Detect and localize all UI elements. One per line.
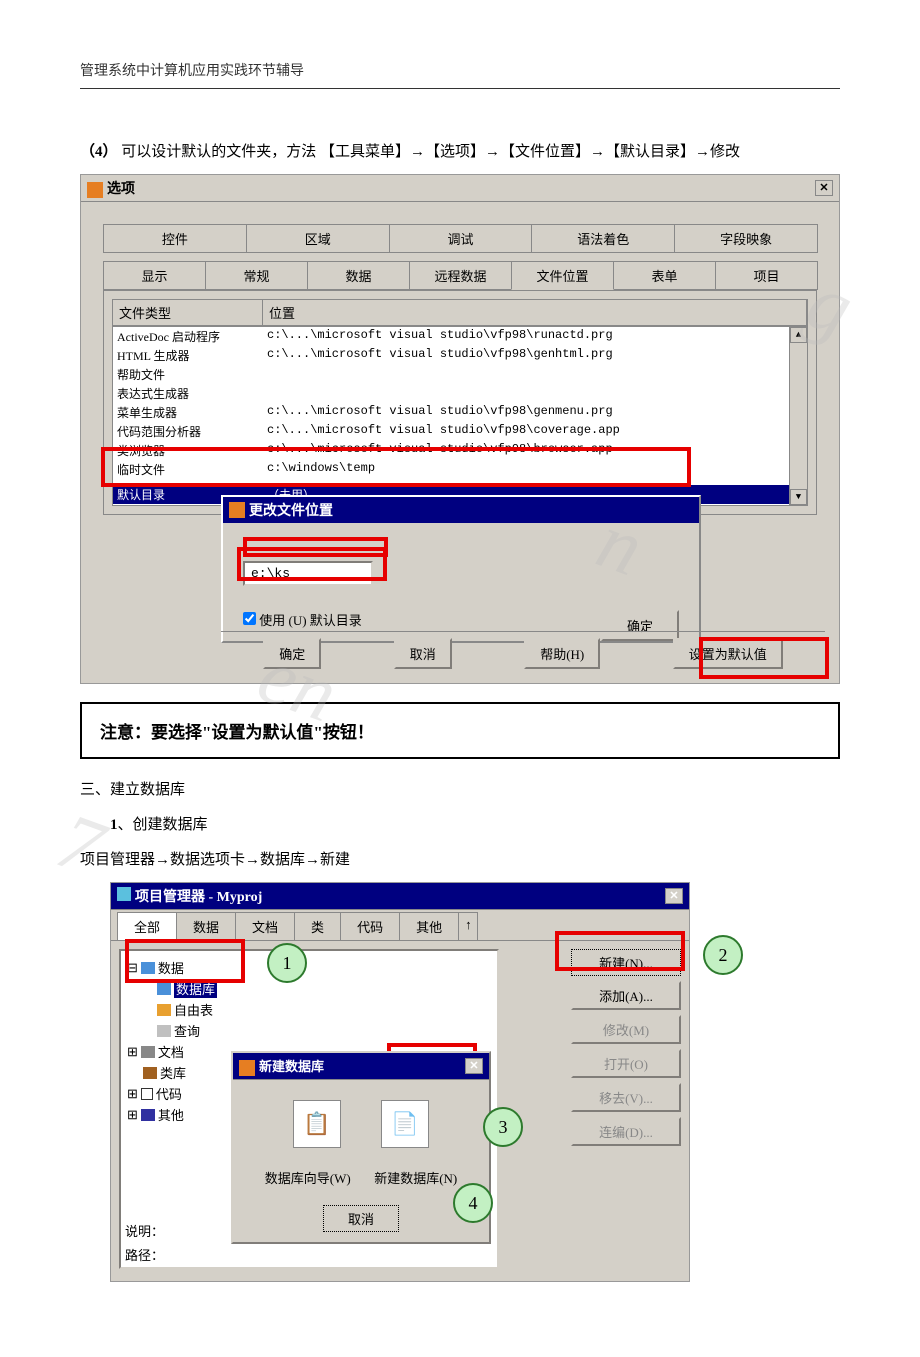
tab-data[interactable]: 数据 bbox=[307, 261, 410, 290]
close-icon[interactable]: ✕ bbox=[465, 1058, 483, 1074]
step-3: 3 bbox=[483, 1107, 523, 1147]
code-icon bbox=[141, 1088, 153, 1100]
classlib-icon bbox=[143, 1067, 157, 1079]
tabs-row-2: 显示 常规 数据 远程数据 文件位置 表单 项目 bbox=[95, 253, 825, 290]
tab-syntax[interactable]: 语法着色 bbox=[531, 224, 675, 253]
pm-tab-other[interactable]: 其他 bbox=[399, 912, 459, 940]
new-database-dialog: 新建数据库 ✕ 📋 📄 数据库向导(W) 新建数据库(N) 取消 bbox=[231, 1051, 491, 1244]
intro-paragraph: （4） 可以设计默认的文件夹，方法 【工具菜单】→【选项】→【文件位置】→【默认… bbox=[80, 139, 840, 166]
wizard-icon[interactable]: 📋 bbox=[293, 1100, 341, 1148]
tab-debug[interactable]: 调试 bbox=[389, 224, 533, 253]
tab-controls[interactable]: 控件 bbox=[103, 224, 247, 253]
pm-open-button: 打开(O) bbox=[571, 1049, 681, 1078]
list-scrollbar[interactable]: ▲ ▼ bbox=[789, 327, 807, 505]
query-icon bbox=[157, 1025, 171, 1037]
step-4: 4 bbox=[453, 1183, 493, 1223]
tab-forms[interactable]: 表单 bbox=[613, 261, 716, 290]
new-db-cancel[interactable]: 取消 bbox=[323, 1205, 399, 1232]
pm-tab-code[interactable]: 代码 bbox=[340, 912, 400, 940]
project-manager-screenshot: 项目管理器 - Myproj ✕ 全部 数据 文档 类 代码 其他 ↑ ⊟ 数据… bbox=[110, 882, 690, 1282]
tab-display[interactable]: 显示 bbox=[103, 261, 206, 290]
section3-sub1: 1、创建数据库 bbox=[80, 812, 840, 839]
note-box: 注意：要选择"设置为默认值"按钮！ bbox=[80, 702, 840, 759]
db-icon bbox=[157, 983, 171, 995]
docs-icon bbox=[141, 1046, 155, 1058]
page-header: 管理系统中计算机应用实践环节辅导 bbox=[80, 60, 840, 89]
pm-tab-data[interactable]: 数据 bbox=[176, 912, 236, 940]
hl-new-btn bbox=[555, 931, 685, 971]
new-db-title: 新建数据库 bbox=[259, 1059, 324, 1074]
use-default-checkbox[interactable] bbox=[243, 612, 256, 625]
highlight-setdefault bbox=[699, 637, 829, 679]
pm-tab-class[interactable]: 类 bbox=[294, 912, 341, 940]
close-icon[interactable]: ✕ bbox=[815, 180, 833, 196]
pm-remove-button: 移去(V)... bbox=[571, 1083, 681, 1112]
fox-icon bbox=[229, 502, 245, 518]
fox-icon bbox=[239, 1060, 255, 1076]
step-1: 1 bbox=[267, 943, 307, 983]
step-2: 2 bbox=[703, 935, 743, 975]
pm-modify-button: 修改(M) bbox=[571, 1015, 681, 1044]
fox-icon bbox=[87, 182, 103, 198]
pm-tab-all[interactable]: 全部 bbox=[117, 912, 177, 940]
tab-projects[interactable]: 项目 bbox=[715, 261, 818, 290]
pm-build-button: 连编(D)... bbox=[571, 1117, 681, 1146]
other-icon bbox=[141, 1109, 155, 1121]
tab-filelocations[interactable]: 文件位置 bbox=[511, 261, 614, 290]
change-loc-title: 更改文件位置 bbox=[249, 500, 333, 520]
tab-region[interactable]: 区域 bbox=[246, 224, 390, 253]
new-label: 新建数据库(N) bbox=[374, 1168, 457, 1187]
hl-data-db bbox=[125, 939, 245, 983]
pm-path-label: 路径： bbox=[125, 1244, 164, 1267]
tab-fieldmap[interactable]: 字段映象 bbox=[674, 224, 818, 253]
highlight-default-dir bbox=[101, 447, 691, 487]
checkbox-label: 使用 (U) 默认目录 bbox=[259, 613, 362, 628]
pm-tab-arrow[interactable]: ↑ bbox=[458, 912, 478, 940]
pm-title: 项目管理器 - Myproj bbox=[135, 890, 262, 905]
wizard-label: 数据库向导(W) bbox=[265, 1168, 351, 1187]
options-dialog-screenshot: 选项 ✕ 控件 区域 调试 语法着色 字段映象 显示 常规 数据 远程数据 文件… bbox=[80, 174, 840, 684]
section3-heading: 三、建立数据库 bbox=[80, 777, 840, 804]
highlight-input bbox=[237, 547, 387, 581]
col-location: 位置 bbox=[263, 300, 807, 325]
tabs-row-1: 控件 区域 调试 语法着色 字段映象 bbox=[95, 216, 825, 253]
tab-remote[interactable]: 远程数据 bbox=[409, 261, 512, 290]
options-title: 选项 bbox=[107, 182, 135, 197]
options-titlebar: 选项 ✕ bbox=[81, 175, 839, 202]
options-help[interactable]: 帮助(H) bbox=[524, 638, 600, 669]
options-cancel[interactable]: 取消 bbox=[394, 638, 452, 669]
pm-icon bbox=[117, 887, 131, 901]
table-icon bbox=[157, 1004, 171, 1016]
intro-number: （4） bbox=[80, 144, 118, 160]
col-filetype: 文件类型 bbox=[113, 300, 263, 325]
options-ok[interactable]: 确定 bbox=[263, 638, 321, 669]
pm-tab-docs[interactable]: 文档 bbox=[235, 912, 295, 940]
pm-add-button[interactable]: 添加(A)... bbox=[571, 981, 681, 1010]
tab-general[interactable]: 常规 bbox=[205, 261, 308, 290]
intro-text: 可以设计默认的文件夹，方法 【工具菜单】→【选项】→【文件位置】→【默认目录】→… bbox=[121, 144, 740, 160]
section3-path: 项目管理器→数据选项卡→数据库→新建 bbox=[80, 847, 840, 874]
new-file-icon[interactable]: 📄 bbox=[381, 1100, 429, 1148]
pm-desc-label: 说明： bbox=[125, 1220, 164, 1243]
close-icon[interactable]: ✕ bbox=[665, 888, 683, 904]
